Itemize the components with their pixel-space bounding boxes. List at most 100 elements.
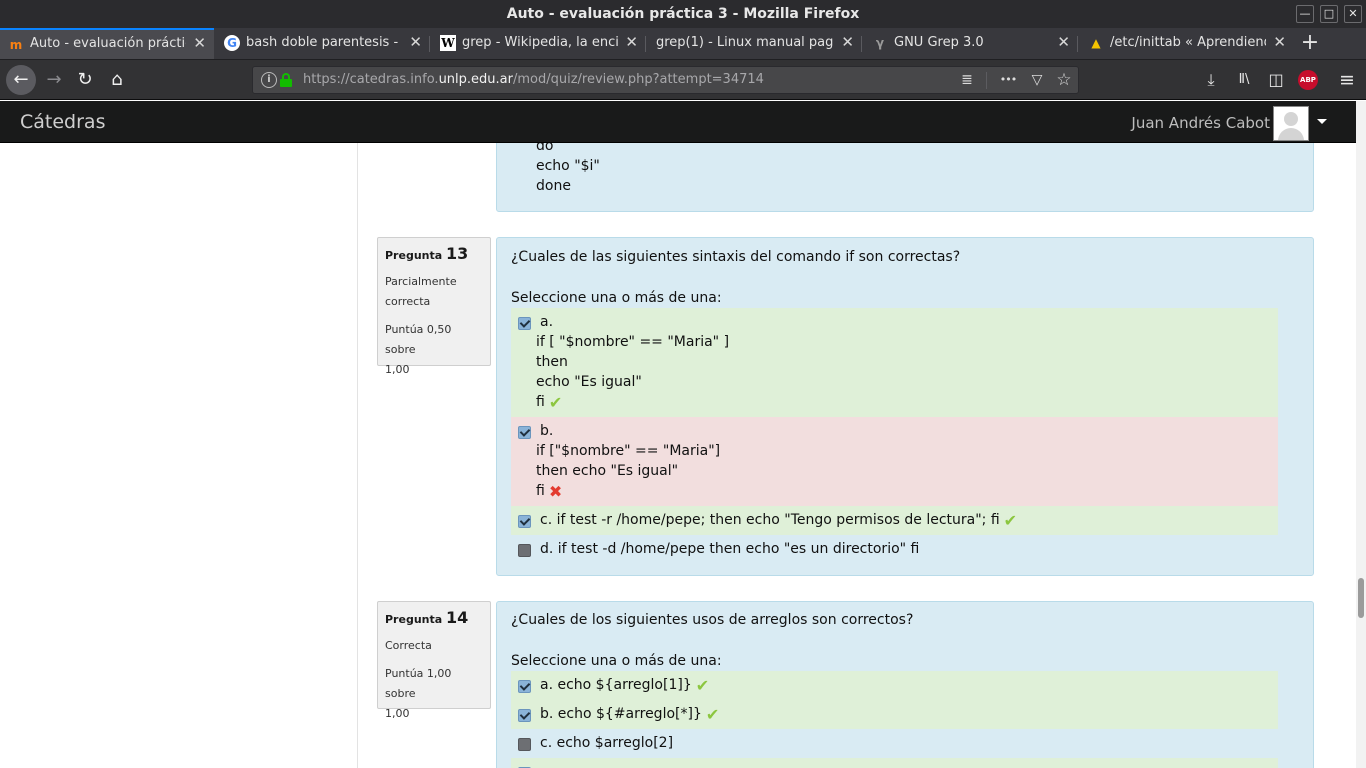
answer-option-b[interactable]: b. echo ${#arreglo[*]} ✔ <box>511 700 1278 729</box>
option-letter: b. <box>540 423 554 439</box>
code-line: echo "$i" <box>536 158 600 174</box>
answer-prompt: Seleccione una o más de una: <box>511 290 722 306</box>
maximize-button[interactable]: □ <box>1320 5 1338 23</box>
option-line: c. echo $arreglo[2] <box>540 735 674 751</box>
answer-prompt: Seleccione una o más de una: <box>511 653 722 669</box>
tab-close-icon[interactable]: ✕ <box>1273 28 1286 57</box>
tab-close-icon[interactable]: ✕ <box>1057 28 1070 57</box>
lock-icon[interactable] <box>280 73 292 87</box>
tab-gnu-grep[interactable]: γ GNU Grep 3.0 ✕ <box>864 28 1078 59</box>
question-state: Correcta <box>385 639 432 652</box>
tab-label: /etc/inittab « Aprendiendo A <box>1110 35 1266 50</box>
navigation-toolbar: ← → ↻ ⌂ i https://catedras.info.unlp.edu… <box>0 60 1366 100</box>
user-menu-caret-icon[interactable] <box>1317 119 1327 124</box>
checkbox-checked[interactable] <box>518 680 531 693</box>
window-title: Auto - evaluación práctica 3 - Mozilla F… <box>506 6 860 22</box>
hamburger-menu-icon[interactable]: ≡ <box>1336 69 1358 91</box>
tab-google-search[interactable]: G bash doble parentesis - Bus ✕ <box>216 28 430 59</box>
google-icon: G <box>224 35 240 51</box>
checkbox-unchecked[interactable] <box>518 544 531 557</box>
adblock-plus-icon[interactable]: ABP <box>1298 70 1318 90</box>
checkbox-checked[interactable] <box>518 426 531 439</box>
tab-close-icon[interactable]: ✕ <box>841 28 854 57</box>
reload-button[interactable]: ↻ <box>71 66 99 94</box>
question-text: ¿Cuales de los siguientes usos de arregl… <box>511 612 914 628</box>
question-grade: Puntúa 1,00 sobre <box>385 667 452 700</box>
checkbox-checked[interactable] <box>518 709 531 722</box>
question-content-14: ¿Cuales de los siguientes usos de arregl… <box>496 601 1314 768</box>
question-grade: 1,00 <box>385 363 410 376</box>
answer-option-a[interactable]: a. echo ${arreglo[1]} ✔ <box>511 671 1278 700</box>
tab-strip: m Auto - evaluación práctica 3 ✕ G bash … <box>0 28 1366 60</box>
tab-wikipedia-grep[interactable]: W grep - Wikipedia, la enciclop ✕ <box>432 28 646 59</box>
previous-question-content: do echo "$i" done <box>496 143 1314 212</box>
tab-inittab[interactable]: ▲ /etc/inittab « Aprendiendo A ✕ <box>1080 28 1294 59</box>
checkbox-checked[interactable] <box>518 317 531 330</box>
option-line: c. if test -r /home/pepe; then echo "Ten… <box>540 512 1000 528</box>
answer-option-a[interactable]: a. if [ "$nombre" == "Maria" ] then echo… <box>511 308 1278 417</box>
wikipedia-icon: W <box>440 35 456 51</box>
tab-close-icon[interactable]: ✕ <box>625 28 638 57</box>
checkbox-unchecked[interactable] <box>518 738 531 751</box>
option-line: echo "Es igual" <box>536 374 642 390</box>
code-line: done <box>536 178 571 194</box>
url-prefix: https://catedras.info. <box>303 72 439 87</box>
correct-check-icon: ✔ <box>1003 511 1018 530</box>
url-path: /mod/quiz/review.php?attempt=34714 <box>512 72 764 87</box>
answer-option-d[interactable] <box>511 758 1278 768</box>
back-button[interactable]: ← <box>6 65 36 95</box>
minimize-button[interactable]: — <box>1296 5 1314 23</box>
tab-close-icon[interactable]: ✕ <box>193 30 206 57</box>
url-text[interactable]: https://catedras.info.unlp.edu.ar/mod/qu… <box>303 67 764 93</box>
forward-button[interactable]: → <box>40 66 68 94</box>
page-scrollbar[interactable] <box>1356 101 1366 768</box>
bookmark-star-icon[interactable]: ☆ <box>1053 70 1075 90</box>
tab-grep-manual[interactable]: grep(1) - Linux manual page ✕ <box>648 28 862 59</box>
close-window-button[interactable]: ✕ <box>1344 5 1362 23</box>
user-name[interactable]: Juan Andrés Cabot <box>1131 101 1270 145</box>
answer-option-c[interactable]: c. if test -r /home/pepe; then echo "Ten… <box>511 506 1278 535</box>
code-line: do <box>536 143 554 154</box>
downloads-icon[interactable]: ⤓ <box>1200 69 1222 91</box>
home-button[interactable]: ⌂ <box>103 66 131 94</box>
option-line: a. echo ${arreglo[1]} <box>540 677 692 693</box>
answer-option-c[interactable]: c. echo $arreglo[2] <box>511 729 1278 758</box>
tab-label: bash doble parentesis - Bus <box>246 35 402 50</box>
question-number: Pregunta 13 <box>385 244 469 263</box>
tab-label: grep(1) - Linux manual page <box>656 35 834 50</box>
window-titlebar: Auto - evaluación práctica 3 - Mozilla F… <box>0 0 1366 28</box>
option-line: b. echo ${#arreglo[*]} <box>540 706 702 722</box>
tab-quiz-review[interactable]: m Auto - evaluación práctica 3 ✕ <box>0 28 214 59</box>
correct-check-icon: ✔ <box>705 705 720 724</box>
site-info-icon[interactable]: i <box>261 72 277 88</box>
question-content-13: ¿Cuales de las siguientes sintaxis del c… <box>496 237 1314 576</box>
page-actions-icon[interactable]: ••• <box>997 70 1019 90</box>
url-bar[interactable]: i https://catedras.info.unlp.edu.ar/mod/… <box>252 66 1079 94</box>
sidebar-icon[interactable]: ◫ <box>1265 69 1287 91</box>
reader-view-icon[interactable]: ≣ <box>956 70 978 90</box>
question-info-13: Pregunta 13 Parcialmente correcta Puntúa… <box>377 237 491 376</box>
option-letter: a. <box>540 314 554 330</box>
option-line: if [ "$nombre" == "Maria" ] <box>536 334 730 350</box>
question-state: Parcialmente <box>385 275 457 288</box>
site-brand-link[interactable]: Cátedras <box>20 101 105 143</box>
correct-check-icon: ✔ <box>548 393 563 412</box>
question-state: correcta <box>385 295 431 308</box>
new-tab-button[interactable]: + <box>1298 28 1322 59</box>
scrollbar-thumb[interactable] <box>1358 578 1364 618</box>
library-icon[interactable]: Ⅱ\ <box>1233 69 1255 91</box>
page-content: do echo "$i" done Pregunta 13 Parcialmen… <box>0 143 1356 768</box>
question-text: ¿Cuales de las siguientes sintaxis del c… <box>511 249 961 265</box>
tab-close-icon[interactable]: ✕ <box>409 28 422 57</box>
checkbox-checked[interactable] <box>518 515 531 528</box>
site-header: Cátedras Juan Andrés Cabot <box>0 101 1356 143</box>
answer-option-b[interactable]: b. if ["$nombre" == "Maria"] then echo "… <box>511 417 1278 506</box>
tux-icon: ▲ <box>1091 36 1101 50</box>
avatar[interactable] <box>1273 106 1309 141</box>
option-line: then <box>536 354 568 370</box>
correct-check-icon: ✔ <box>695 676 710 695</box>
moodle-icon: m <box>9 38 23 52</box>
pocket-icon[interactable]: ▽ <box>1026 70 1048 90</box>
answer-option-d[interactable]: d. if test -d /home/pepe then echo "es u… <box>511 535 1278 564</box>
incorrect-cross-icon: ✖ <box>548 482 563 501</box>
